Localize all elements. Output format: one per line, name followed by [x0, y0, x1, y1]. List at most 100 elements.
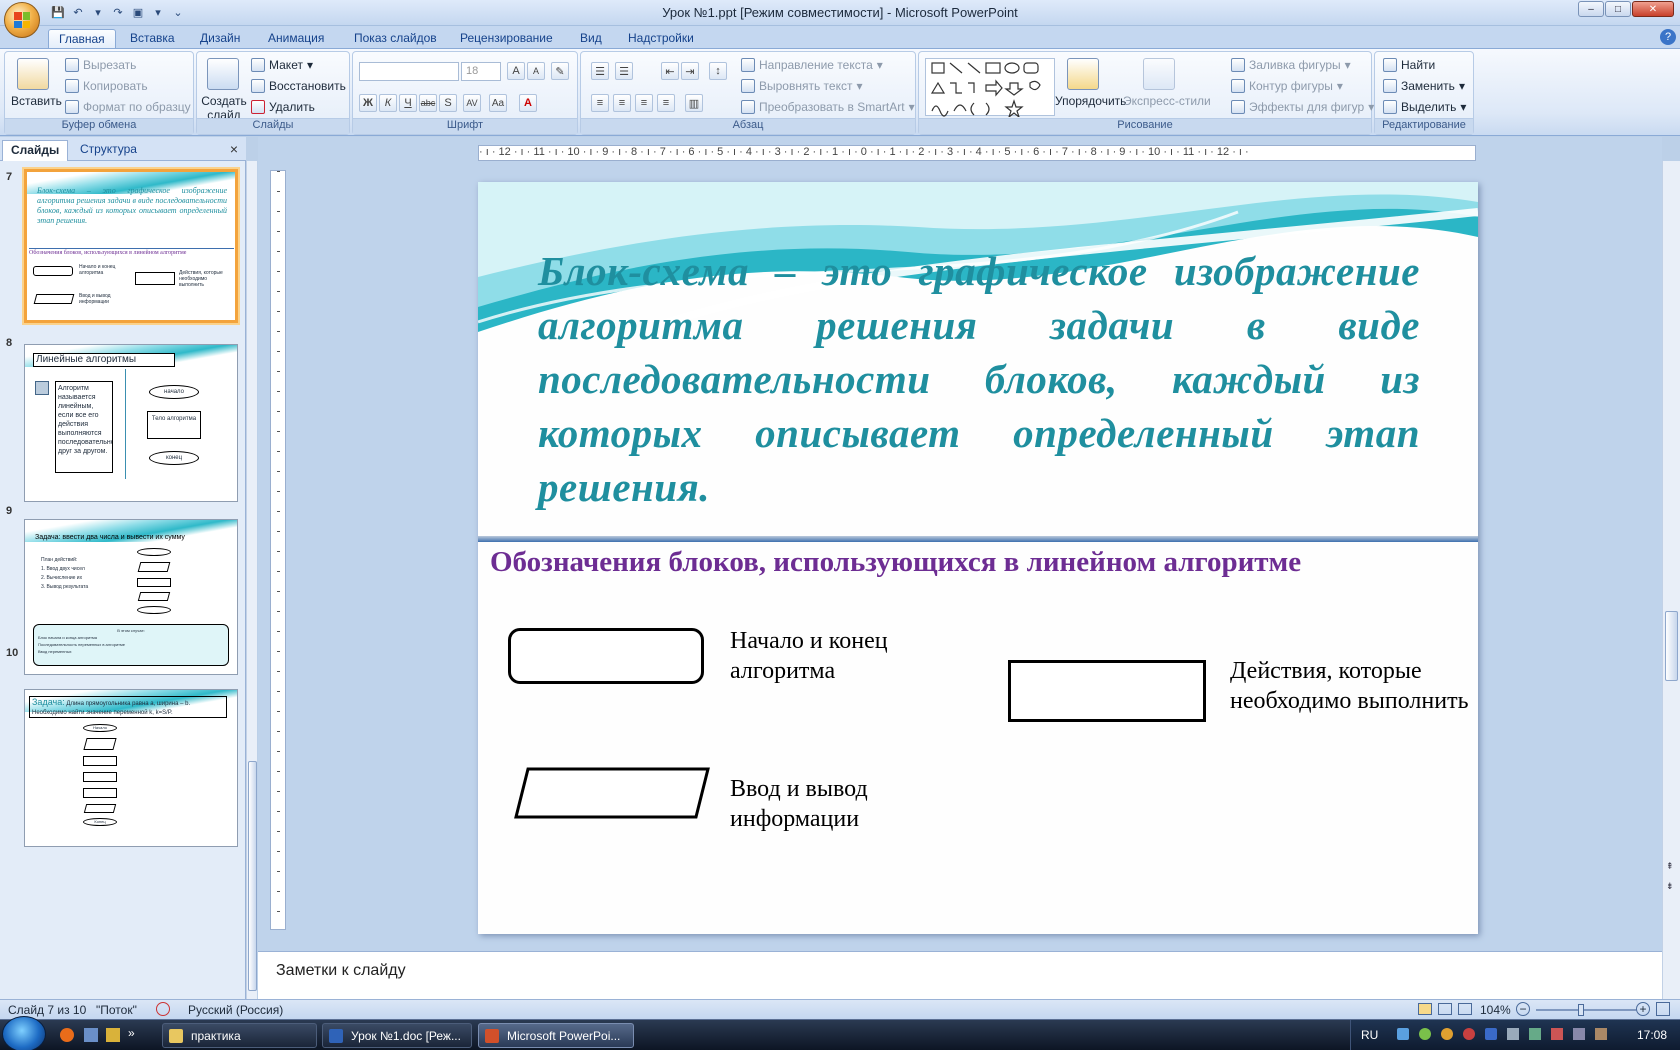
- align-right-icon[interactable]: ≡: [635, 94, 653, 112]
- save-icon[interactable]: 💾: [50, 4, 66, 20]
- slide-thumb-9[interactable]: Задача: ввести два числа и вывести их су…: [24, 519, 238, 675]
- close-button[interactable]: ✕: [1632, 1, 1674, 17]
- tab-review[interactable]: Рецензирование: [450, 29, 563, 49]
- quick-styles-icon[interactable]: [1143, 58, 1175, 90]
- align-left-icon[interactable]: ≡: [591, 94, 609, 112]
- panel-scrollbar[interactable]: [246, 161, 257, 999]
- decrease-indent-icon[interactable]: ⇤: [661, 62, 679, 80]
- zoom-slider-thumb[interactable]: [1578, 1004, 1584, 1016]
- arrange-icon[interactable]: [1067, 58, 1099, 90]
- prev-slide-icon[interactable]: ⇞: [1666, 861, 1674, 872]
- font-color-button[interactable]: A: [519, 94, 537, 112]
- bluetooth-icon[interactable]: [1485, 1028, 1497, 1040]
- shapes-gallery[interactable]: [925, 58, 1055, 119]
- fit-window-icon[interactable]: [1656, 1002, 1670, 1016]
- language-status[interactable]: Русский (Россия): [188, 1003, 283, 1017]
- tab-slideshow[interactable]: Показ слайдов: [344, 29, 447, 49]
- notes-pane[interactable]: Заметки к слайду: [258, 951, 1662, 999]
- redo-icon[interactable]: ↷: [110, 4, 126, 20]
- clear-format-icon[interactable]: ✎: [551, 62, 569, 80]
- columns-icon[interactable]: ▥: [685, 94, 703, 112]
- taskbar-item-folder[interactable]: практика: [162, 1023, 317, 1048]
- zoom-level[interactable]: 104%: [1480, 1003, 1511, 1017]
- slide-thumb-7[interactable]: Блок-схема – это графическое изображение…: [22, 167, 240, 325]
- tab-outline[interactable]: Структура: [72, 140, 145, 161]
- network-icon[interactable]: [1397, 1028, 1409, 1040]
- firefox-icon[interactable]: [60, 1028, 74, 1042]
- io-label[interactable]: Ввод и вывод информации: [730, 774, 920, 834]
- layout-button[interactable]: Макет ▾: [251, 58, 313, 72]
- process-label[interactable]: Действия, которые необходимо выполнить: [1230, 656, 1470, 716]
- help-icon[interactable]: ?: [1660, 29, 1676, 45]
- tab-slides[interactable]: Слайды: [2, 140, 69, 161]
- line-spacing-icon[interactable]: ↕: [709, 62, 727, 80]
- minimize-button[interactable]: –: [1578, 1, 1604, 17]
- shape-effects-button[interactable]: Эффекты для фигур ▾: [1231, 100, 1374, 114]
- shape-outline-button[interactable]: Контур фигуры ▾: [1231, 79, 1343, 93]
- align-center-icon[interactable]: ≡: [613, 94, 631, 112]
- char-spacing-button[interactable]: AV: [463, 94, 481, 112]
- font-size-combo[interactable]: 18: [461, 62, 501, 81]
- io-shape[interactable]: [514, 767, 710, 819]
- bullets-icon[interactable]: ☰: [591, 62, 609, 80]
- tab-animation[interactable]: Анимация: [258, 29, 334, 49]
- shape-fill-button[interactable]: Заливка фигуры ▾: [1231, 58, 1351, 72]
- slide-sorter-icon[interactable]: [1438, 1003, 1452, 1015]
- text-direction-button[interactable]: Направление текста ▾: [741, 58, 883, 72]
- input-language[interactable]: RU: [1361, 1028, 1378, 1042]
- slideshow-icon[interactable]: [1458, 1003, 1472, 1015]
- bold-button[interactable]: Ж: [359, 94, 377, 112]
- show-desktop-icon[interactable]: [84, 1028, 98, 1042]
- grow-font-button[interactable]: A: [507, 62, 525, 80]
- tab-home[interactable]: Главная: [48, 29, 116, 49]
- process-shape[interactable]: [1008, 660, 1206, 722]
- chevron-right-icon[interactable]: »: [128, 1026, 135, 1040]
- chevron-down-icon[interactable]: ▾: [150, 4, 166, 20]
- align-text-button[interactable]: Выровнять текст ▾: [741, 79, 863, 93]
- taskbar-item-word[interactable]: Урок №1.doc [Реж...: [322, 1023, 472, 1048]
- strikethrough-button[interactable]: abc: [419, 94, 437, 112]
- clock[interactable]: 17:08: [1637, 1028, 1667, 1042]
- slide-subtitle[interactable]: Обозначения блоков, использующихся в лин…: [490, 546, 1470, 579]
- shadow-button[interactable]: S: [439, 94, 457, 112]
- font-name-combo[interactable]: [359, 62, 459, 81]
- start-button[interactable]: [2, 1016, 46, 1050]
- underline-button[interactable]: Ч: [399, 94, 417, 112]
- copy-button[interactable]: Копировать: [65, 79, 148, 93]
- customize-qat-icon[interactable]: ⌄: [170, 4, 186, 20]
- volume-icon[interactable]: [1507, 1028, 1519, 1040]
- taskbar-item-powerpoint[interactable]: Microsoft PowerPoi...: [478, 1023, 634, 1048]
- tray-app-icon[interactable]: [1441, 1028, 1453, 1040]
- slide-thumb-10[interactable]: Задача: Длина прямоугольника равна a, ши…: [24, 689, 238, 847]
- tray-app-icon[interactable]: [1595, 1028, 1607, 1040]
- slide-definition-text[interactable]: Блок-схема – это графическое изображение…: [538, 244, 1420, 514]
- new-slide-icon[interactable]: [207, 58, 239, 90]
- tab-view[interactable]: Вид: [570, 29, 612, 49]
- quick-styles-button[interactable]: Экспресс-стили: [1123, 94, 1211, 108]
- numbering-icon[interactable]: ☰: [615, 62, 633, 80]
- normal-view-icon[interactable]: [1418, 1003, 1432, 1015]
- reset-button[interactable]: Восстановить: [251, 79, 346, 93]
- slide-scroll-thumb[interactable]: [1665, 611, 1678, 681]
- tray-app-icon[interactable]: [1463, 1028, 1475, 1040]
- chevron-down-icon[interactable]: ▾: [90, 4, 106, 20]
- undo-icon[interactable]: ↶: [70, 4, 86, 20]
- italic-button[interactable]: К: [379, 94, 397, 112]
- tray-app-icon[interactable]: [1551, 1028, 1563, 1040]
- convert-smartart-button[interactable]: Преобразовать в SmartArt ▾: [741, 100, 915, 114]
- close-panel-icon[interactable]: ×: [230, 141, 238, 157]
- terminator-shape[interactable]: [508, 628, 704, 684]
- tab-insert[interactable]: Вставка: [120, 29, 185, 49]
- notes-placeholder[interactable]: Заметки к слайду: [276, 962, 406, 980]
- select-button[interactable]: Выделить ▾: [1383, 100, 1466, 114]
- slide-canvas[interactable]: Блок-схема – это графическое изображение…: [478, 182, 1478, 934]
- arrange-button[interactable]: Упорядочить: [1055, 94, 1126, 108]
- zoom-in-icon[interactable]: +: [1636, 1002, 1650, 1016]
- cut-button[interactable]: Вырезать: [65, 58, 136, 72]
- paste-icon[interactable]: [17, 58, 49, 90]
- replace-button[interactable]: Заменить ▾: [1383, 79, 1465, 93]
- increase-indent-icon[interactable]: ⇥: [681, 62, 699, 80]
- next-slide-icon[interactable]: ⇟: [1666, 881, 1674, 892]
- format-painter-button[interactable]: Формат по образцу: [65, 100, 191, 114]
- folder-icon[interactable]: ▣: [130, 4, 146, 20]
